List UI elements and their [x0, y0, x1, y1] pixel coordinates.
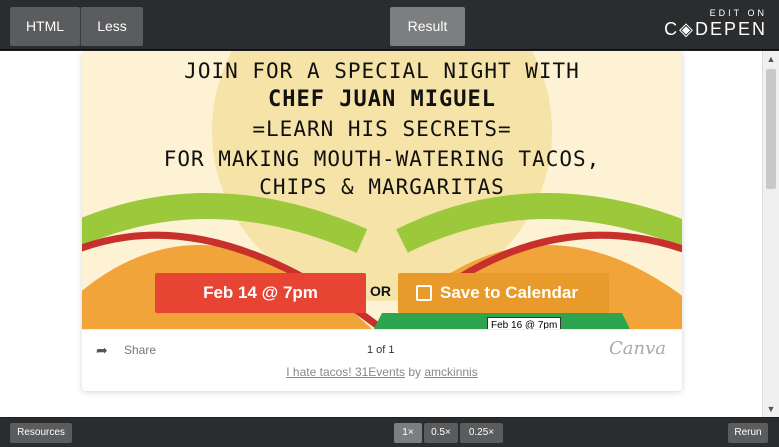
page-indicator: 1 of 1	[367, 344, 395, 356]
scrollbar-thumb[interactable]	[766, 69, 776, 189]
poster-line-invite: JOIN FOR A SPECIAL NIGHT WITH	[184, 59, 580, 83]
poster-line-making: FOR MAKING MOUTH-WATERING TACOS,	[163, 147, 601, 171]
poster-line-chef: CHEF JUAN MIGUEL	[268, 87, 496, 112]
logo-codepen: C◈DEPEN	[664, 19, 767, 39]
editor-top-bar: HTML Less Result EDIT ON C◈DEPEN	[0, 0, 779, 50]
editor-bottom-bar: Resources 1× 0.5× 0.25× Rerun	[0, 418, 779, 447]
logo-edit-on: EDIT ON	[709, 8, 767, 18]
share-arrow-icon[interactable]: ➦	[96, 342, 108, 359]
canva-logo: Canva	[609, 338, 666, 359]
poster-line-chips: CHIPS & MARGARITAS	[259, 175, 505, 199]
poster-line-secrets: =LEARN HIS SECRETS=	[252, 117, 512, 141]
tab-less[interactable]: Less	[80, 7, 143, 46]
design-credit: I hate tacos! 31Events by amckinnis	[82, 365, 682, 379]
result-pane: JOIN FOR A SPECIAL NIGHT WITH CHEF JUAN …	[0, 51, 762, 417]
zoom-half-button[interactable]: 0.5×	[424, 423, 458, 443]
calendar-check-icon	[416, 285, 432, 301]
author-link[interactable]: amckinnis	[424, 365, 477, 379]
save-to-calendar-button[interactable]: Save to Calendar	[398, 273, 609, 313]
or-separator: OR	[370, 283, 391, 299]
vertical-scrollbar[interactable]: ▲ ▼	[762, 51, 779, 417]
codepen-logo[interactable]: EDIT ON C◈DEPEN	[664, 8, 767, 40]
tab-html[interactable]: HTML	[10, 7, 80, 46]
zoom-quarter-button[interactable]: 0.25×	[460, 423, 503, 443]
rerun-button[interactable]: Rerun	[728, 423, 768, 443]
scroll-down-icon[interactable]: ▼	[763, 401, 779, 417]
event-date-button[interactable]: Feb 14 @ 7pm	[155, 273, 366, 313]
credit-by: by	[408, 365, 422, 379]
share-link[interactable]: Share	[124, 343, 156, 357]
zoom-1x-button[interactable]: 1×	[394, 423, 422, 443]
date-tooltip: Feb 16 @ 7pm	[487, 317, 562, 329]
event-poster: JOIN FOR A SPECIAL NIGHT WITH CHEF JUAN …	[82, 51, 682, 329]
resources-button[interactable]: Resources	[10, 423, 72, 443]
design-title-link[interactable]: I hate tacos! 31Events	[286, 365, 405, 379]
scroll-up-icon[interactable]: ▲	[763, 51, 779, 67]
share-bar: ➦ Share 1 of 1 Canva	[82, 329, 682, 369]
save-to-calendar-label: Save to Calendar	[440, 283, 578, 302]
tab-result[interactable]: Result	[390, 7, 465, 46]
event-card: JOIN FOR A SPECIAL NIGHT WITH CHEF JUAN …	[82, 51, 682, 391]
